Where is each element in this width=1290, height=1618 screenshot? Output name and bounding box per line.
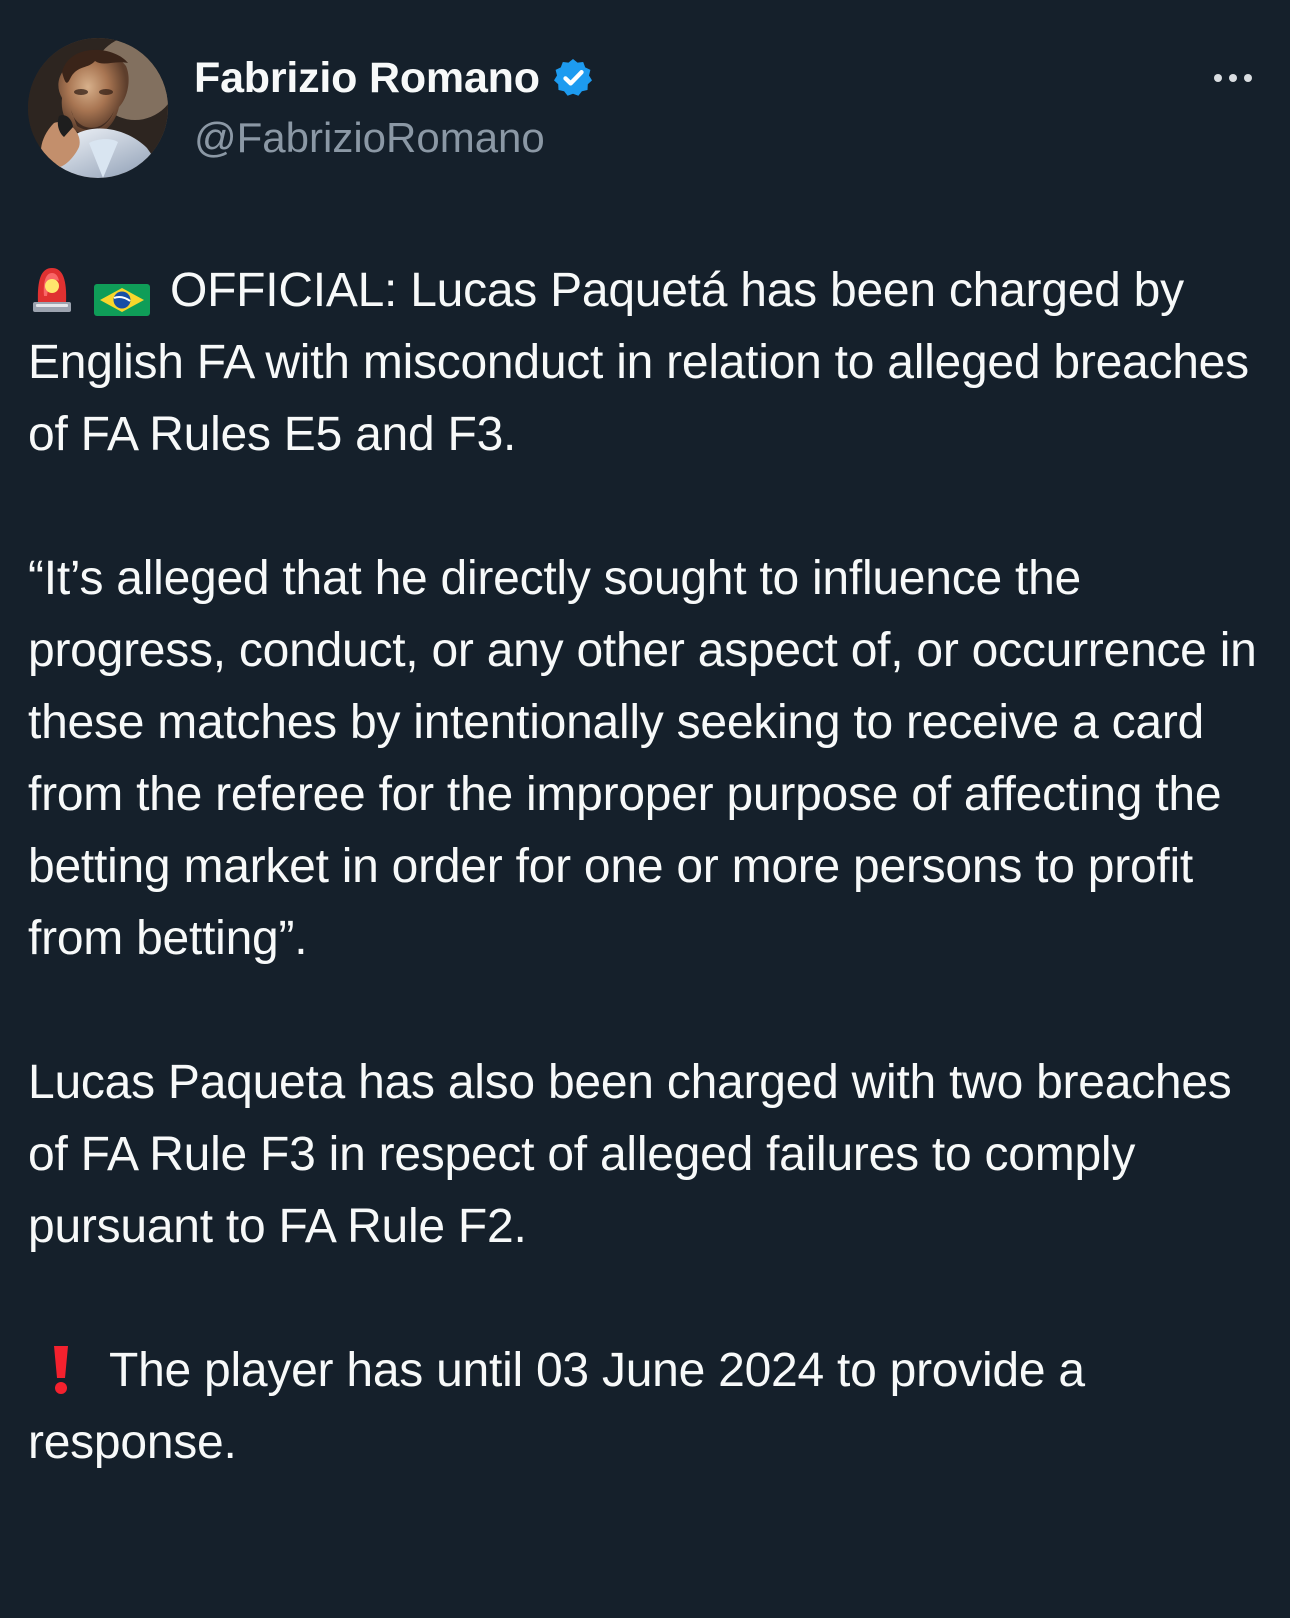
- tweet-paragraph-official: OFFICIAL: Lucas Paquetá has been charged…: [28, 255, 1268, 471]
- paragraph-text: OFFICIAL: Lucas Paquetá has been charged…: [28, 264, 1249, 461]
- verified-badge-icon: [552, 57, 594, 99]
- author-name-row: Fabrizio Romano: [194, 52, 594, 104]
- tweet-header: Fabrizio Romano @FabrizioRomano: [28, 38, 1262, 180]
- tweet-paragraph-additional-charges: Lucas Paqueta has also been charged with…: [28, 1056, 1232, 1253]
- more-options-icon: [1229, 74, 1237, 82]
- tweet-text: OFFICIAL: Lucas Paquetá has been charged…: [28, 255, 1268, 1479]
- brazil-flag-icon: [94, 269, 150, 317]
- author-avatar[interactable]: [28, 38, 168, 178]
- tweet-paragraph-quote: “It’s alleged that he directly sought to…: [28, 552, 1257, 965]
- author-name[interactable]: Fabrizio Romano: [194, 54, 540, 103]
- more-options-button[interactable]: [1204, 62, 1262, 94]
- exclamation-icon: [48, 1342, 74, 1396]
- tweet-paragraph-response-deadline: The player has until 03 June 2024 to pro…: [28, 1335, 1268, 1479]
- police-light-icon: [28, 261, 76, 317]
- author-handle[interactable]: @FabrizioRomano: [194, 114, 594, 162]
- more-options-icon: [1214, 74, 1222, 82]
- author-info: Fabrizio Romano @FabrizioRomano: [194, 52, 594, 172]
- more-options-icon: [1244, 74, 1252, 82]
- tweet-card: Fabrizio Romano @FabrizioRomano OFFICIAL…: [0, 0, 1290, 1618]
- paragraph-text: The player has until 03 June 2024 to pro…: [28, 1344, 1085, 1469]
